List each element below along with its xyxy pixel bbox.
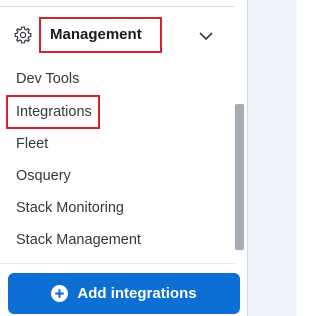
gear-icon	[14, 26, 32, 44]
nav-item-fleet[interactable]: Fleet	[16, 133, 48, 155]
nav-item-stack-monitoring[interactable]: Stack Monitoring	[16, 197, 124, 219]
top-divider	[0, 6, 234, 7]
add-integrations-label: Add integrations	[77, 285, 197, 302]
add-integrations-button[interactable]: Add integrations	[8, 273, 240, 314]
management-group-header[interactable]: Management	[0, 14, 234, 56]
page-background	[248, 0, 297, 316]
nav-item-stack-management[interactable]: Stack Management	[16, 229, 141, 251]
nav-item-dev-tools[interactable]: Dev Tools	[16, 68, 79, 90]
nav-item-osquery[interactable]: Osquery	[16, 165, 71, 187]
footer-divider	[0, 263, 236, 264]
plus-circle-icon	[51, 285, 69, 302]
management-group-title: Management	[39, 17, 162, 53]
scrollbar-thumb[interactable]	[235, 104, 244, 250]
chevron-down-icon[interactable]	[197, 28, 215, 44]
panel-border	[247, 0, 248, 316]
nav-item-integrations[interactable]: Integrations	[6, 95, 100, 129]
